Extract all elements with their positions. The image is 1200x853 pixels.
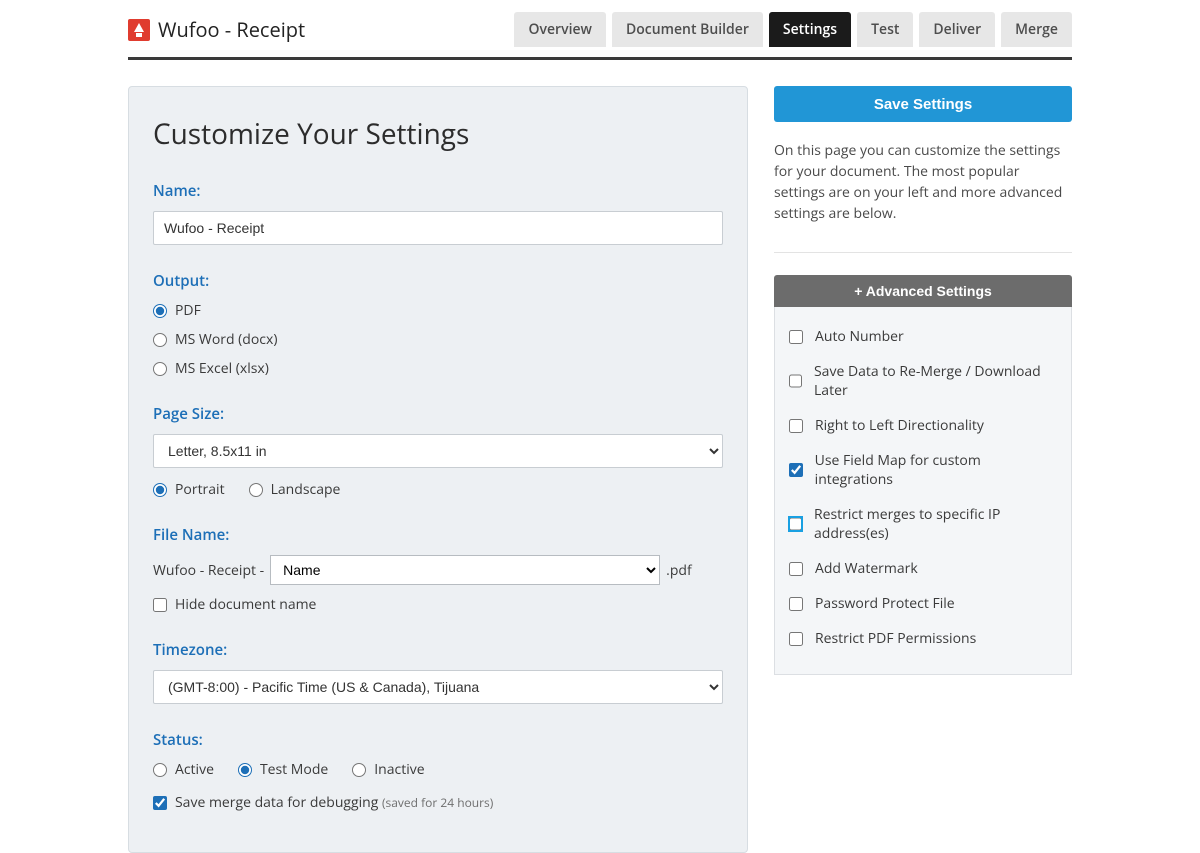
side-panel: Save Settings On this page you can custo… bbox=[774, 86, 1072, 853]
timezone-select[interactable]: (GMT-8:00) - Pacific Time (US & Canada),… bbox=[153, 670, 723, 704]
file-name-group: File Name: Wufoo - Receipt - Name .pdf H… bbox=[153, 525, 723, 614]
advanced-checkbox[interactable] bbox=[789, 419, 803, 433]
sidebar-divider bbox=[774, 252, 1072, 253]
name-input[interactable] bbox=[153, 211, 723, 245]
timezone-label: Timezone: bbox=[153, 640, 723, 660]
orientation-radio[interactable] bbox=[249, 483, 263, 497]
save-debug-label: Save merge data for debugging (saved for… bbox=[175, 793, 493, 812]
advanced-item: Restrict merges to specific IP address(e… bbox=[789, 497, 1057, 551]
page-size-group: Page Size: Letter, 8.5x11 in Portrait Lan… bbox=[153, 404, 723, 499]
advanced-checkbox[interactable] bbox=[789, 330, 803, 344]
advanced-item: Auto Number bbox=[789, 319, 1057, 354]
brand: Wufoo - Receipt bbox=[128, 16, 305, 43]
advanced-item: Restrict PDF Permissions bbox=[789, 621, 1057, 656]
output-radio[interactable] bbox=[153, 333, 167, 347]
advanced-item-label: Restrict merges to specific IP address(e… bbox=[814, 505, 1057, 543]
orientation-option: Portrait bbox=[153, 480, 225, 499]
tab-overview[interactable]: Overview bbox=[514, 12, 605, 47]
header-bar: Wufoo - Receipt OverviewDocument Builder… bbox=[128, 0, 1072, 60]
output-option-label: MS Word (docx) bbox=[175, 330, 277, 349]
filename-field-select[interactable]: Name bbox=[270, 555, 660, 585]
page-title: Customize Your Settings bbox=[153, 115, 723, 153]
page-size-label: Page Size: bbox=[153, 404, 723, 424]
advanced-item: Save Data to Re-Merge / Download Later bbox=[789, 354, 1057, 408]
orientation-label: Portrait bbox=[175, 480, 225, 499]
status-label-option: Active bbox=[175, 760, 214, 779]
save-settings-button[interactable]: Save Settings bbox=[774, 86, 1072, 122]
advanced-item-label: Use Field Map for custom integrations bbox=[815, 451, 1057, 489]
tab-deliver[interactable]: Deliver bbox=[919, 12, 995, 47]
output-group: Output: PDF MS Word (docx) MS Excel (xlsx) bbox=[153, 271, 723, 378]
output-option: MS Excel (xlsx) bbox=[153, 359, 723, 378]
timezone-group: Timezone: (GMT-8:00) - Pacific Time (US … bbox=[153, 640, 723, 704]
advanced-item: Right to Left Directionality bbox=[789, 408, 1057, 443]
main-tabs: OverviewDocument BuilderSettingsTestDeli… bbox=[514, 12, 1072, 47]
advanced-checkbox[interactable] bbox=[789, 632, 803, 646]
output-radio[interactable] bbox=[153, 362, 167, 376]
tab-document-builder[interactable]: Document Builder bbox=[612, 12, 763, 47]
status-option: Active bbox=[153, 760, 214, 779]
hide-doc-name-checkbox[interactable] bbox=[153, 598, 167, 612]
status-option: Inactive bbox=[352, 760, 424, 779]
output-radio[interactable] bbox=[153, 304, 167, 318]
status-option: Test Mode bbox=[238, 760, 328, 779]
status-radio[interactable] bbox=[153, 763, 167, 777]
output-option-label: PDF bbox=[175, 301, 201, 320]
advanced-item-label: Auto Number bbox=[815, 327, 904, 346]
name-label: Name: bbox=[153, 181, 723, 201]
tab-merge[interactable]: Merge bbox=[1001, 12, 1072, 47]
advanced-item-label: Password Protect File bbox=[815, 594, 955, 613]
orientation-label: Landscape bbox=[271, 480, 341, 499]
name-group: Name: bbox=[153, 181, 723, 245]
advanced-item: Password Protect File bbox=[789, 586, 1057, 621]
orientation-radio[interactable] bbox=[153, 483, 167, 497]
advanced-checkbox[interactable] bbox=[789, 463, 803, 477]
tab-settings[interactable]: Settings bbox=[769, 12, 851, 47]
output-option: MS Word (docx) bbox=[153, 330, 723, 349]
filename-suffix: .pdf bbox=[666, 561, 692, 580]
hide-doc-name-label: Hide document name bbox=[175, 595, 316, 614]
advanced-checkbox[interactable] bbox=[789, 374, 802, 388]
advanced-checkbox[interactable] bbox=[789, 597, 803, 611]
advanced-item: Add Watermark bbox=[789, 551, 1057, 586]
output-option-label: MS Excel (xlsx) bbox=[175, 359, 269, 378]
page-size-select[interactable]: Letter, 8.5x11 in bbox=[153, 434, 723, 468]
status-radio[interactable] bbox=[352, 763, 366, 777]
advanced-item: Use Field Map for custom integrations bbox=[789, 443, 1057, 497]
status-radio[interactable] bbox=[238, 763, 252, 777]
tab-test[interactable]: Test bbox=[857, 12, 913, 47]
filename-prefix: Wufoo - Receipt - bbox=[153, 561, 264, 580]
advanced-item-label: Add Watermark bbox=[815, 559, 918, 578]
advanced-item-label: Restrict PDF Permissions bbox=[815, 629, 976, 648]
save-debug-checkbox[interactable] bbox=[153, 796, 167, 810]
pdf-app-icon bbox=[128, 19, 150, 41]
advanced-checkbox[interactable] bbox=[789, 562, 803, 576]
advanced-item-label: Save Data to Re-Merge / Download Later bbox=[814, 362, 1057, 400]
status-label-option: Test Mode bbox=[260, 760, 328, 779]
orientation-option: Landscape bbox=[249, 480, 341, 499]
document-title: Wufoo - Receipt bbox=[158, 16, 305, 43]
advanced-settings-toggle[interactable]: + Advanced Settings bbox=[774, 275, 1072, 307]
file-name-label: File Name: bbox=[153, 525, 723, 545]
advanced-settings-panel: Auto Number Save Data to Re-Merge / Downl… bbox=[774, 307, 1072, 675]
status-label: Status: bbox=[153, 730, 723, 750]
output-label: Output: bbox=[153, 271, 723, 291]
status-group: Status: Active Test Mode Inactive Save mer… bbox=[153, 730, 723, 812]
sidebar-description: On this page you can customize the setti… bbox=[774, 140, 1072, 224]
settings-panel: Customize Your Settings Name: Output: PD… bbox=[128, 86, 748, 853]
advanced-checkbox[interactable] bbox=[789, 517, 802, 531]
advanced-item-label: Right to Left Directionality bbox=[815, 416, 984, 435]
status-label-option: Inactive bbox=[374, 760, 424, 779]
output-option: PDF bbox=[153, 301, 723, 320]
